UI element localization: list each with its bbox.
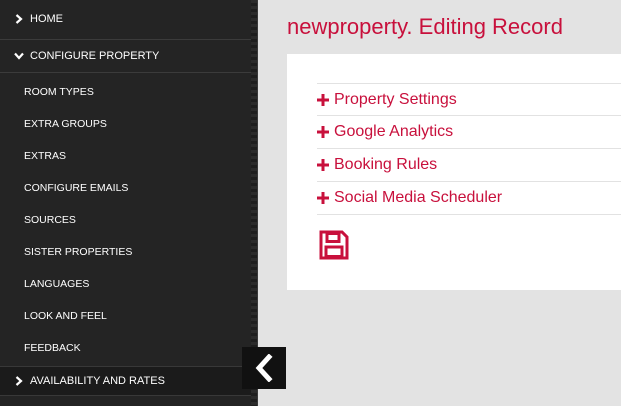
sidebar-collapse-button[interactable] xyxy=(242,347,286,389)
plus-icon xyxy=(317,93,329,106)
chevron-right-icon xyxy=(14,14,24,24)
sidebar: HOME CONFIGURE PROPERTY ROOM TYPES EXTRA… xyxy=(0,0,258,406)
nav-availability-and-rates[interactable]: AVAILABILITY AND RATES xyxy=(0,366,252,396)
nav-configure-property-label: CONFIGURE PROPERTY xyxy=(30,50,160,62)
edit-record-panel: Property Settings Google Analytics Booki… xyxy=(287,54,621,290)
plus-icon xyxy=(317,159,329,171)
nav-home[interactable]: HOME xyxy=(0,0,252,40)
section-social-media-scheduler[interactable]: Social Media Scheduler xyxy=(317,182,621,215)
nav-configure-property[interactable]: CONFIGURE PROPERTY xyxy=(0,40,252,73)
save-icon xyxy=(319,230,349,260)
sidebar-item-sources[interactable]: SOURCES xyxy=(0,204,252,236)
sidebar-item-room-types[interactable]: ROOM TYPES xyxy=(0,76,252,108)
sidebar-item-extras[interactable]: EXTRAS xyxy=(0,140,252,172)
section-google-analytics[interactable]: Google Analytics xyxy=(317,116,621,149)
chevron-down-icon xyxy=(14,51,24,61)
nav-availability-and-rates-label: AVAILABILITY AND RATES xyxy=(30,375,165,387)
section-list: Property Settings Google Analytics Booki… xyxy=(317,83,621,215)
nav-home-label: HOME xyxy=(30,13,63,25)
sidebar-item-languages[interactable]: LANGUAGES xyxy=(0,268,252,300)
sidebar-item-extra-groups[interactable]: EXTRA GROUPS xyxy=(0,108,252,140)
section-property-settings[interactable]: Property Settings xyxy=(317,83,621,116)
save-button[interactable] xyxy=(318,229,350,261)
sidebar-item-feedback[interactable]: FEEDBACK xyxy=(0,332,252,364)
configure-property-submenu: ROOM TYPES EXTRA GROUPS EXTRAS CONFIGURE… xyxy=(0,76,252,364)
chevron-right-icon xyxy=(14,376,24,386)
section-label: Social Media Scheduler xyxy=(334,189,503,206)
sidebar-item-configure-emails[interactable]: CONFIGURE EMAILS xyxy=(0,172,252,204)
section-label: Google Analytics xyxy=(334,123,454,140)
chevron-left-icon xyxy=(255,354,273,382)
section-booking-rules[interactable]: Booking Rules xyxy=(317,149,621,182)
section-label: Booking Rules xyxy=(334,156,438,173)
section-label: Property Settings xyxy=(334,90,457,108)
sidebar-item-sister-properties[interactable]: SISTER PROPERTIES xyxy=(0,236,252,268)
page-title: newproperty. Editing Record xyxy=(287,14,563,39)
plus-icon xyxy=(317,192,329,204)
plus-icon xyxy=(317,126,329,138)
sidebar-item-look-and-feel[interactable]: LOOK AND FEEL xyxy=(0,300,252,332)
